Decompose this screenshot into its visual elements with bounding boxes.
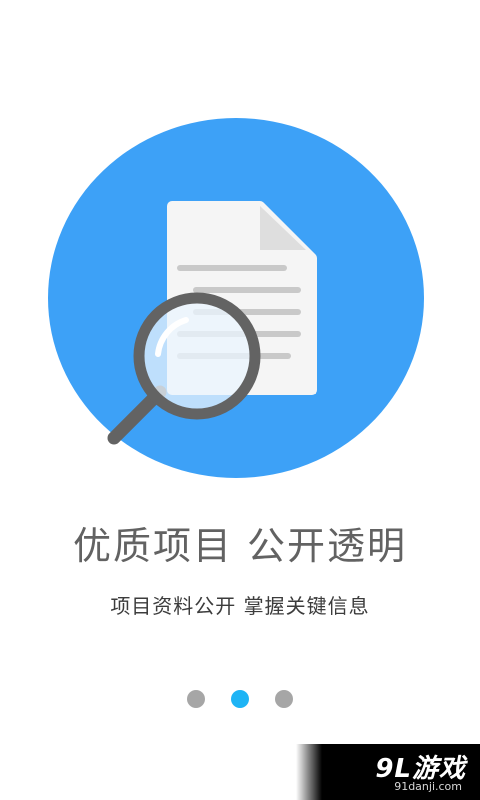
magnifier-icon [107, 292, 261, 445]
page-dot-2[interactable] [231, 690, 249, 708]
document-search-illustration [107, 201, 317, 445]
watermark: 9L游戏 91danji.com [296, 744, 480, 800]
page-dot-3[interactable] [275, 690, 293, 708]
page-indicator [0, 690, 480, 708]
watermark-url: 91danji.com [394, 780, 462, 793]
headline: 优质项目 公开透明 [72, 524, 408, 568]
subline: 项目资料公开 掌握关键信息 [110, 594, 370, 618]
page-dot-1[interactable] [187, 690, 205, 708]
